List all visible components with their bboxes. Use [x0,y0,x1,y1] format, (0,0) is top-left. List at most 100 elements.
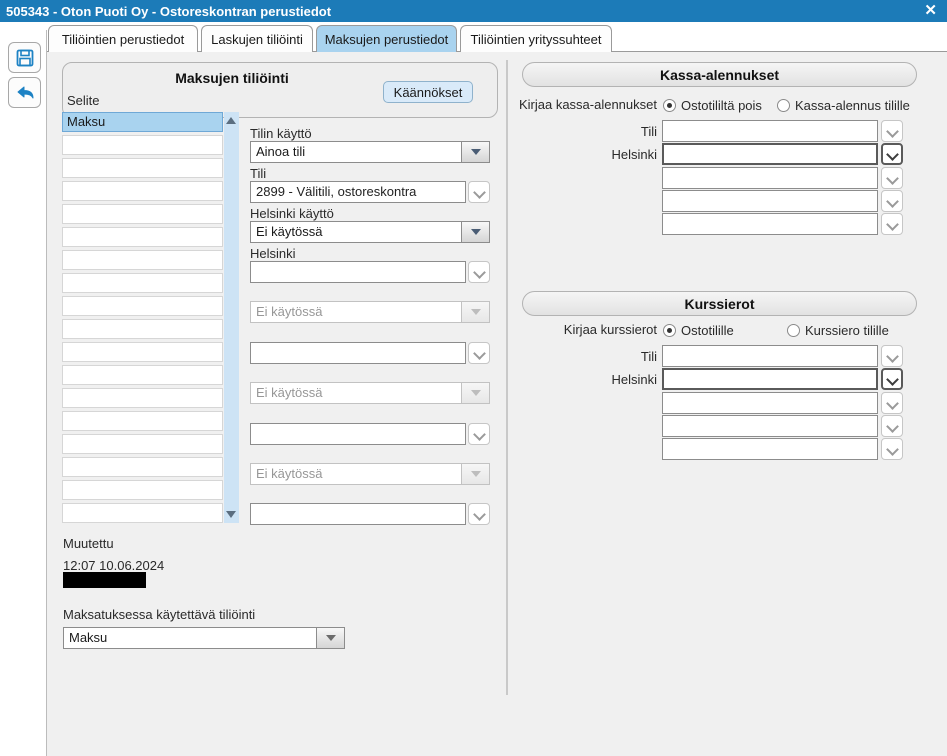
radio-label-ostotililta-pois[interactable]: Ostotililtä pois [681,98,762,113]
translations-button-label: Käännökset [393,84,463,100]
tab-label: Laskujen tiliöinti [211,31,303,47]
list-item[interactable] [62,388,223,408]
combo-chevron-icon[interactable] [881,438,903,460]
combo-chevron-icon[interactable] [881,167,903,189]
combo-chevron-icon[interactable] [881,120,903,142]
radio-kassa-alennus-tilille[interactable] [777,99,790,112]
disabled-value: Ei käytössä [256,466,323,481]
undo-button[interactable] [8,77,41,108]
muutettu-label: Muutettu [63,536,114,551]
combo-chevron-icon[interactable] [468,423,490,445]
list-item[interactable] [62,227,223,247]
list-item[interactable] [62,158,223,178]
disabled-kaytto-select-3: Ei käytössä [250,463,490,485]
combo-chevron-icon[interactable] [881,368,903,390]
list-item[interactable] [62,273,223,293]
list-item[interactable] [62,457,223,477]
kurssierot-tili-label: Tili [640,349,657,364]
list-item[interactable] [62,342,223,362]
kurssierot-empty-combobox-2[interactable] [662,415,878,437]
kurssierot-helsinki-label: Helsinki [611,372,657,387]
kurssierot-header: Kurssierot [522,291,917,316]
combo-chevron-icon[interactable] [881,345,903,367]
list-item[interactable] [62,503,223,523]
helsinki-kaytto-select[interactable]: Ei käytössä [250,221,490,243]
radio-label-ostotilille[interactable]: Ostotilille [681,323,734,338]
section-title: Kassa-alennukset [659,66,780,83]
helsinki-kaytto-label: Helsinki käyttö [250,206,334,221]
combo-chevron-icon[interactable] [881,143,903,165]
tili-combobox[interactable]: 2899 - Välitili, ostoreskontra [250,181,466,203]
dropdown-arrow-icon[interactable] [461,142,489,162]
save-button[interactable] [8,42,41,73]
redacted-username [63,572,146,588]
window-title: 505343 - Oton Puoti Oy - Ostoreskontran … [6,3,332,19]
tab-maksujen-perustiedot[interactable]: Maksujen perustiedot [316,25,457,52]
list-item-selected[interactable]: Maksu [62,112,223,132]
kassa-tili-combobox[interactable] [662,120,878,142]
close-icon[interactable]: ✕ [924,1,937,21]
list-item[interactable] [62,319,223,339]
kurssierot-helsinki-combobox[interactable] [662,368,878,390]
panel-divider [506,60,508,695]
dropdown-arrow-icon[interactable] [316,628,344,648]
selite-label: Selite [67,93,100,108]
list-item[interactable] [62,434,223,454]
combo-chevron-icon[interactable] [881,190,903,212]
list-item[interactable] [62,296,223,316]
section-title: Kurssierot [684,295,755,312]
radio-label-kurssiero-tilille[interactable]: Kurssiero tilille [805,323,889,338]
tili-value: 2899 - Välitili, ostoreskontra [256,184,417,199]
radio-ostotilille[interactable] [663,324,676,337]
list-item[interactable] [62,181,223,201]
combo-chevron-icon[interactable] [468,503,490,525]
list-item[interactable] [62,204,223,224]
kirjaa-kassa-alennukset-label: Kirjaa kassa-alennukset [518,97,657,112]
list-item[interactable] [62,480,223,500]
tilin-kaytto-select[interactable]: Ainoa tili [250,141,490,163]
empty-combobox-2[interactable] [250,423,466,445]
tab-label: Tiliöintien perustiedot [61,31,185,47]
kassa-helsinki-combobox[interactable] [662,143,878,165]
disabled-value: Ei käytössä [256,304,323,319]
dropdown-arrow-icon [461,302,489,322]
maksatus-select[interactable]: Maksu [63,627,345,649]
tab-tilioiintien-yrityssuhteet[interactable]: Tiliöintien yrityssuhteet [460,25,612,52]
kassa-helsinki-label: Helsinki [611,147,657,162]
kassa-tili-label: Tili [640,124,657,139]
empty-combobox-3[interactable] [250,503,466,525]
disabled-value: Ei käytössä [256,385,323,400]
combo-chevron-icon[interactable] [468,342,490,364]
helsinki-combo-chevron-icon[interactable] [468,261,490,283]
kassa-alennukset-header: Kassa-alennukset [522,62,917,87]
kassa-empty-combobox-3[interactable] [662,213,878,235]
radio-kurssiero-tilille[interactable] [787,324,800,337]
tab-tilioiintien-perustiedot[interactable]: Tiliöintien perustiedot [48,25,198,52]
tab-laskujen-tiliointi[interactable]: Laskujen tiliöinti [201,25,313,52]
combo-chevron-icon[interactable] [881,213,903,235]
radio-ostotililta-pois[interactable] [663,99,676,112]
tab-label: Maksujen perustiedot [324,31,449,47]
kirjaa-kurssierot-label: Kirjaa kurssierot [563,322,657,337]
kassa-empty-combobox-2[interactable] [662,190,878,212]
combo-chevron-icon[interactable] [881,392,903,414]
kurssierot-empty-combobox-3[interactable] [662,438,878,460]
kurssierot-empty-combobox-1[interactable] [662,392,878,414]
list-scrollbar[interactable] [224,112,239,523]
kassa-empty-combobox-1[interactable] [662,167,878,189]
tili-combo-chevron-icon[interactable] [468,181,490,203]
dropdown-arrow-icon[interactable] [461,222,489,242]
helsinki-combobox[interactable] [250,261,466,283]
radio-label-kassa-alennus-tilille[interactable]: Kassa-alennus tilille [795,98,910,113]
empty-combobox-1[interactable] [250,342,466,364]
kurssierot-tili-combobox[interactable] [662,345,878,367]
list-item[interactable] [62,135,223,155]
scroll-down-icon[interactable] [226,511,236,518]
list-item[interactable] [62,250,223,270]
combo-chevron-icon[interactable] [881,415,903,437]
scroll-up-icon[interactable] [226,117,236,124]
list-item[interactable] [62,411,223,431]
floppy-disk-icon [16,49,33,66]
list-item[interactable] [62,365,223,385]
translations-button[interactable]: Käännökset [383,81,473,103]
